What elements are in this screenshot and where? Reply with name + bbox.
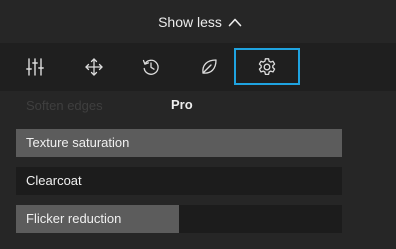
slider-label: Texture saturation [26, 135, 130, 150]
tab-adjustments[interactable] [2, 48, 68, 85]
flicker-reduction-slider[interactable]: Flicker reduction [16, 205, 342, 233]
leaf-icon [199, 57, 219, 77]
tool-tabs [0, 43, 396, 91]
move-arrows-icon [84, 57, 104, 77]
show-less-label: Show less [158, 13, 222, 30]
pro-label: Pro [171, 97, 193, 112]
slider-label: Flicker reduction [26, 211, 122, 226]
slider-label: Clearcoat [26, 173, 82, 188]
chevron-up-icon [228, 14, 242, 30]
texture-saturation-slider[interactable]: Texture saturation [16, 129, 342, 157]
show-less-toggle[interactable]: Show less [0, 0, 396, 43]
tab-history[interactable] [118, 48, 184, 85]
section-tabs: Soften edges Pro [0, 91, 396, 121]
gear-icon [257, 57, 277, 77]
soften-edges-label: Soften edges [26, 98, 103, 113]
show-less-content: Show less [158, 14, 242, 30]
sliders-icon [25, 57, 45, 77]
history-icon [141, 57, 161, 77]
tab-nature[interactable] [176, 48, 242, 85]
settings-panel: Show less Soften edges Pro Texture satur… [0, 0, 396, 249]
tab-settings[interactable] [234, 48, 300, 85]
clearcoat-slider[interactable]: Clearcoat [16, 167, 342, 195]
